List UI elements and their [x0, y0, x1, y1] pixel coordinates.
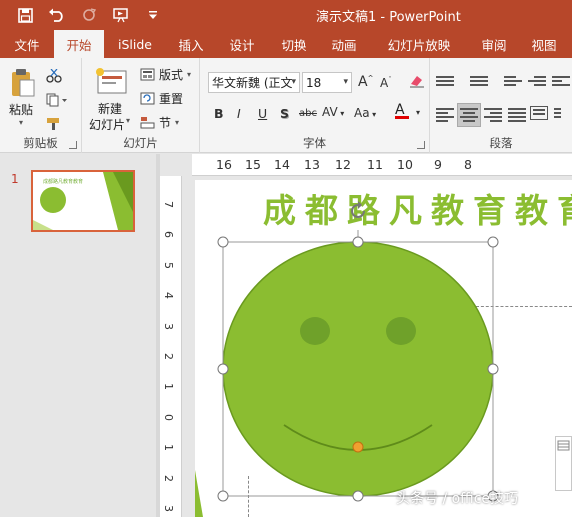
watermark: 头条号 / office技巧	[396, 491, 519, 507]
layout-options-button[interactable]	[555, 436, 572, 491]
rotate-handle-icon[interactable]	[346, 199, 370, 223]
smiley-shape-layer	[222, 230, 494, 497]
layout-options-icon	[557, 440, 570, 451]
smiley-face-shape[interactable]	[222, 241, 494, 497]
powerpoint-window: 演示文稿1 - PowerPoint 文件 开始 iSlide 插入 设计 切换…	[0, 0, 572, 517]
